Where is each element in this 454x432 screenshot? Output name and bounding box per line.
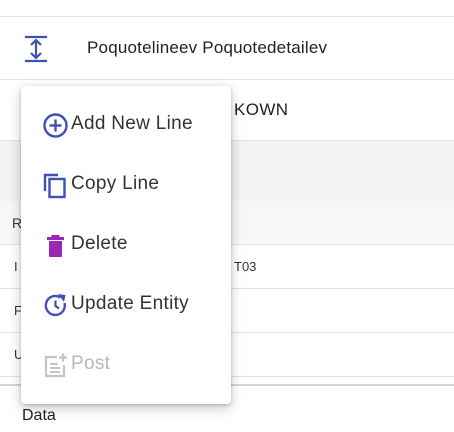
copy-icon [43, 173, 66, 199]
detail-header: Poquotelineev Poquotedetailev [0, 17, 454, 80]
menu-item-post[interactable]: Post [21, 335, 231, 395]
row-cell: I [14, 259, 18, 274]
menu-item-delete[interactable]: Delete [21, 215, 231, 275]
menu-item-update-entity[interactable]: Update Entity [21, 275, 231, 335]
expand-vertical-icon[interactable] [24, 35, 48, 63]
trash-icon [47, 235, 64, 257]
context-menu: Add New Line Copy Line Delete Update Ent… [21, 86, 231, 404]
menu-item-label: Delete [71, 233, 128, 254]
menu-item-label: Copy Line [71, 173, 160, 194]
add-circle-icon [43, 113, 68, 138]
refresh-clock-icon [44, 294, 67, 317]
menu-item-copy-line[interactable]: Copy Line [21, 155, 231, 215]
post-add-icon [44, 353, 67, 378]
row-cell-value: T03 [234, 259, 257, 274]
menu-item-label: Add New Line [71, 113, 193, 134]
entity-value: KOWN [234, 100, 289, 119]
menu-item-add-new-line[interactable]: Add New Line [21, 95, 231, 155]
page: Poquotelineev Poquotedetailev KOWN R I T… [0, 0, 454, 432]
menu-item-label: Post [71, 353, 111, 374]
page-title: Poquotelineev Poquotedetailev [87, 38, 328, 57]
menu-item-label: Update Entity [71, 293, 189, 314]
data-section-label: Data [22, 407, 56, 424]
